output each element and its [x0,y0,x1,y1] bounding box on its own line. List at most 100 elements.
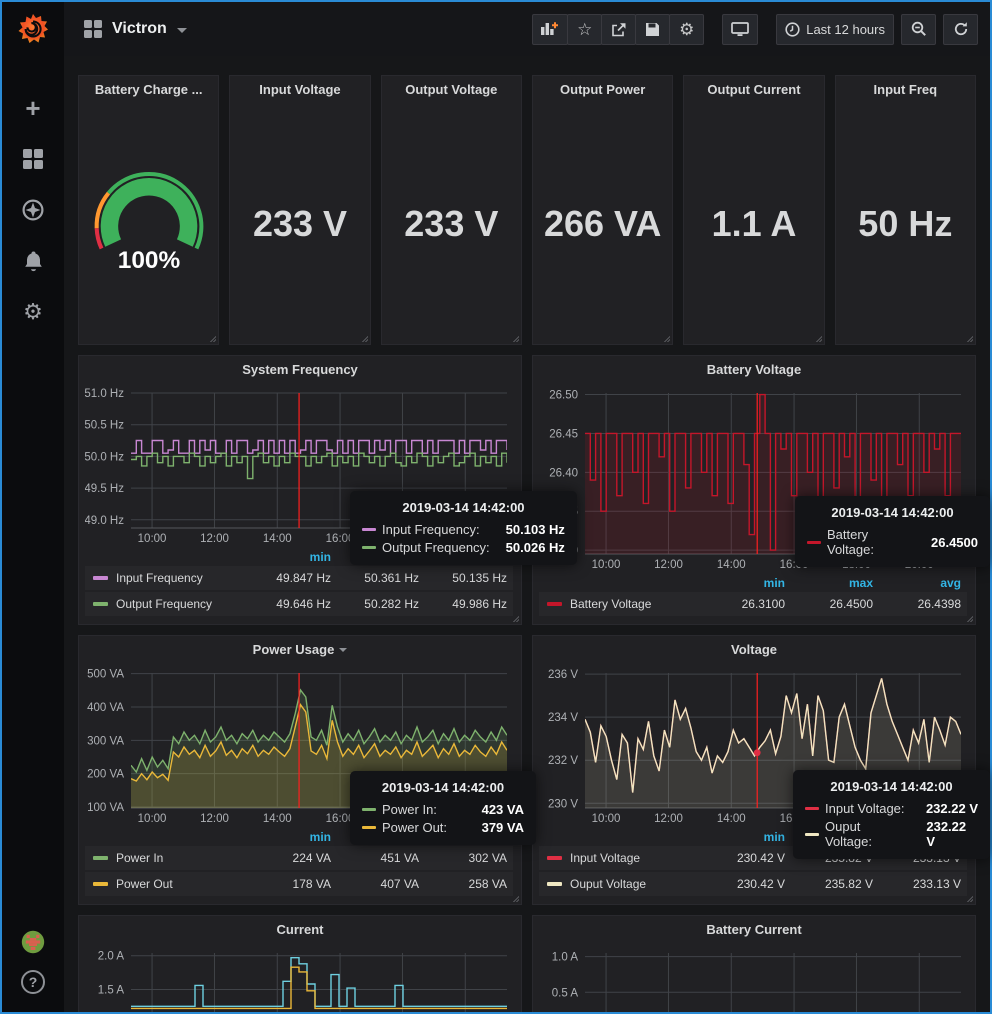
svg-text:50.0 Hz: 50.0 Hz [85,451,124,463]
legend-row: Input Voltage230.42 V235.82 V233.13 V [539,846,967,870]
series-color-swatch [547,882,562,886]
series-name[interactable]: Output Frequency [116,597,243,611]
chart-body: 10:0012:0014:0016:0018:0020:001.0 A0.5 A [533,943,975,1012]
user-avatar[interactable] [21,930,45,954]
stat-panel-4: Output Current1.1 A [683,75,824,345]
series-name[interactable]: Input Frequency [116,571,243,585]
svg-text:18:00: 18:00 [388,533,417,545]
chart-legend: minmaxavg Input Voltage230.42 V235.82 V23… [539,827,967,898]
panel-title[interactable]: Input Freq [836,76,975,103]
sidebar-item-dashboards[interactable] [21,147,45,171]
svg-text:10:00: 10:00 [592,813,621,825]
svg-text:230 V: 230 V [548,798,578,810]
chart-body: 10:0012:0014:0016:0018:0020:00236 V234 V… [533,663,975,904]
save-button[interactable] [635,14,670,45]
legend-value: 407 VA [331,877,419,891]
legend-header[interactable]: max [331,830,419,844]
dashboard-settings-button[interactable]: ⚙ [669,14,704,45]
legend-value: 49.847 Hz [243,571,331,585]
chart-panel-0: System Frequency10:0012:0014:0016:0018:0… [78,355,522,625]
sidebar-item-configuration[interactable]: ⚙ [21,300,45,324]
chart-body: 10:0012:0014:0016:0018:0020:0051.0 Hz50.… [79,383,521,624]
legend-header[interactable]: avg [873,576,961,590]
legend-value: 258 VA [419,877,507,891]
chart-panel-1: Battery Voltage10:0012:0014:0016:0018:00… [532,355,976,625]
cycle-view-button[interactable] [722,14,758,45]
sidebar-item-alerting[interactable] [21,249,45,273]
gauge: 100% [85,170,213,278]
chart-plot[interactable]: 10:0012:0014:0016:0018:0020:00236 V234 V… [539,665,967,826]
panel-title[interactable]: Battery Current [533,916,975,943]
dashboard-title: Victron [112,20,167,38]
panel-title[interactable]: Battery Voltage [533,356,975,383]
series-name[interactable]: Battery Voltage [570,597,697,611]
svg-text:10:00: 10:00 [138,533,167,545]
series-name[interactable]: Ouput Voltage [570,877,697,891]
svg-text:2.0 A: 2.0 A [98,951,125,963]
legend-header[interactable]: min [697,830,785,844]
legend-value: 451 VA [331,851,419,865]
series-name[interactable]: Input Voltage [570,851,697,865]
plus-icon: + [25,98,40,118]
legend-header[interactable]: avg [419,830,507,844]
panel-title[interactable]: Input Voltage [230,76,369,103]
legend-value: 26.3100 [697,597,785,611]
grafana-logo[interactable] [2,2,64,56]
legend-header[interactable]: max [331,550,419,564]
sidebar-item-create[interactable]: + [21,96,45,120]
svg-text:50.5 Hz: 50.5 Hz [85,420,124,432]
series-name[interactable]: Power In [116,851,243,865]
series-name[interactable]: Power Out [116,877,243,891]
legend-header[interactable]: min [243,550,331,564]
panel-title[interactable]: Power Usage [79,636,521,663]
svg-text:1.5 A: 1.5 A [98,984,125,996]
star-button[interactable]: ☆ [567,14,602,45]
panel-title-text: Power Usage [253,642,335,657]
sidebar-item-explore[interactable] [21,198,45,222]
chart-body: 10:0012:0014:0016:0018:0020:0026.5026.45… [533,383,975,624]
panel-title[interactable]: System Frequency [79,356,521,383]
chart-plot[interactable]: 10:0012:0014:0016:0018:0020:001.0 A0.5 A [539,945,967,1012]
panel-title-text: Battery Current [706,922,801,937]
legend-header[interactable]: avg [873,830,961,844]
chart-plot[interactable]: 10:0012:0014:0016:0018:0020:002.0 A1.5 A [85,945,513,1012]
help-button[interactable]: ? [21,970,45,994]
svg-text:16:00: 16:00 [780,813,809,825]
legend-value: 50.361 Hz [331,571,419,585]
panel-title[interactable]: Voltage [533,636,975,663]
time-range-button[interactable]: Last 12 hours [776,14,894,45]
add-panel-button[interactable] [532,14,568,45]
svg-text:236 V: 236 V [548,669,578,681]
panel-title[interactable]: Output Voltage [382,76,521,103]
panel-title[interactable]: Output Current [684,76,823,103]
legend-headers: minmaxavg [85,547,513,566]
legend-header[interactable]: min [243,830,331,844]
svg-text:14:00: 14:00 [263,533,292,545]
zoom-out-button[interactable] [901,14,936,45]
legend-headers: minmaxavg [85,827,513,846]
panel-title[interactable]: Current [79,916,521,943]
legend-header[interactable]: avg [419,550,507,564]
chart-legend: minmaxavgPower In224 VA451 VA302 VAPower… [85,827,513,898]
panel-title[interactable]: Battery Charge ... [79,76,218,103]
series-color-swatch [547,602,562,606]
chart-plot[interactable]: 10:0012:0014:0016:0018:0020:0051.0 Hz50.… [85,385,513,546]
legend-row: Output Frequency49.646 Hz50.282 Hz49.986… [85,592,513,616]
stat-panel-0: Battery Charge ... 100% [78,75,219,345]
refresh-button[interactable] [943,14,978,45]
chart-body: 10:0012:0014:0016:0018:0020:002.0 A1.5 A [79,943,521,1012]
chart-panel-2: Power Usage 10:0012:0014:0016:0018:0020:0… [78,635,522,905]
svg-text:18:00: 18:00 [388,813,417,825]
chart-legend: minmaxavgBattery Voltage26.310026.450026… [539,573,967,618]
panel-title[interactable]: Output Power [533,76,672,103]
chart-plot[interactable]: 10:0012:0014:0016:0018:0020:00500 VA400 … [85,665,513,826]
sidebar: + ⚙ [2,2,64,1012]
series-color-swatch [547,856,562,860]
legend-header[interactable]: max [785,576,873,590]
svg-text:18:00: 18:00 [842,559,871,571]
chart-plot[interactable]: 10:0012:0014:0016:0018:0020:0026.5026.45… [539,385,967,572]
legend-header[interactable]: min [697,576,785,590]
share-button[interactable] [601,14,636,45]
legend-header[interactable]: max [785,830,873,844]
dashboard-picker[interactable]: Victron [84,20,187,38]
